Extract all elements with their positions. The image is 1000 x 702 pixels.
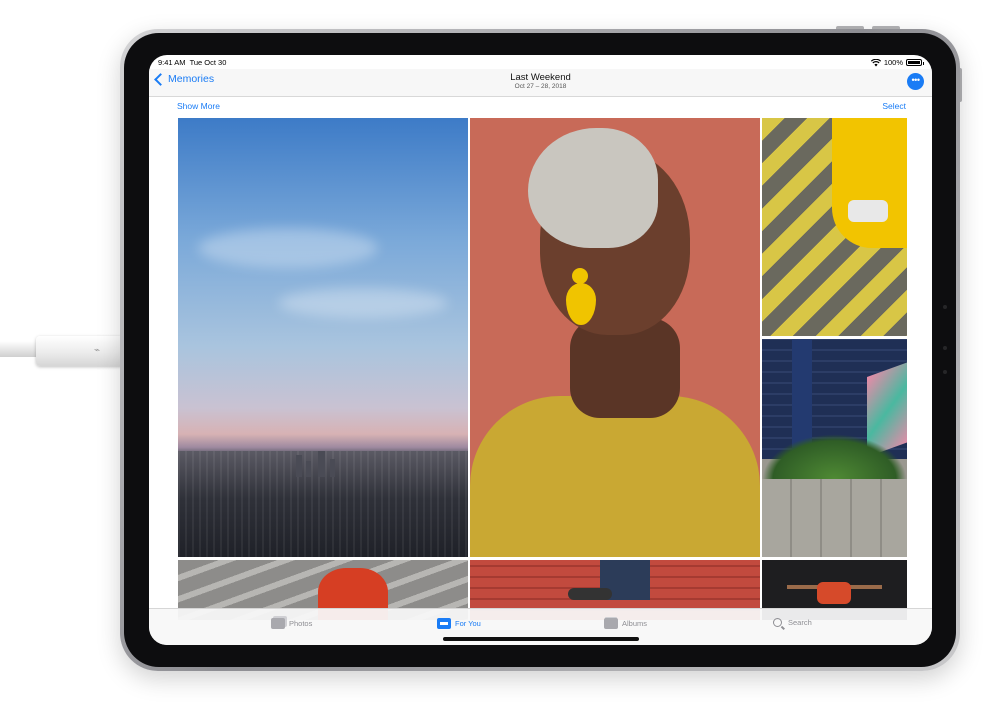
photo-detail <box>330 459 335 477</box>
photo-detail <box>318 451 325 477</box>
camera-sensor <box>943 346 947 350</box>
status-clock: 9:41 AM <box>158 58 186 67</box>
photo-detail <box>817 582 851 604</box>
tab-for-you[interactable]: For You <box>437 618 481 629</box>
photos-icon <box>271 618 285 629</box>
navigation-bar: Memories Last Weekend Oct 27 – 28, 2018 … <box>149 69 932 97</box>
photo-detail <box>762 434 907 479</box>
tab-search[interactable]: Search <box>773 618 812 627</box>
photo-detail <box>568 588 612 600</box>
status-bar: 9:41 AM Tue Oct 30 100% <box>149 55 932 69</box>
battery-percent: 100% <box>883 58 903 67</box>
ellipsis-icon: ••• <box>911 75 920 85</box>
photo-detail <box>198 228 378 268</box>
tab-for-you-label: For You <box>455 619 481 628</box>
tab-albums-label: Albums <box>622 619 648 628</box>
photo-detail <box>306 461 311 477</box>
select-button[interactable]: Select <box>882 101 906 111</box>
camera-sensor <box>943 370 947 374</box>
photo-woman-portrait[interactable] <box>470 118 760 557</box>
tab-photos[interactable]: Photos <box>271 618 312 629</box>
photo-brick-wall[interactable] <box>762 339 907 557</box>
usb-cable <box>0 341 40 357</box>
status-time: 9:41 AM Tue Oct 30 <box>158 58 226 67</box>
usb-c-plug: ⌁ <box>36 336 124 366</box>
tab-search-label: Search <box>788 618 812 627</box>
ipad-screen: 9:41 AM Tue Oct 30 100% Memories Last We… <box>149 55 932 645</box>
photo-detail <box>572 268 588 284</box>
photo-detail <box>832 118 907 248</box>
wifi-icon <box>870 58 881 66</box>
photo-detail <box>848 200 888 222</box>
status-right: 100% <box>870 58 924 67</box>
photo-yellow-taxi[interactable] <box>762 118 907 336</box>
photo-detail <box>762 479 907 557</box>
home-indicator[interactable] <box>443 637 639 641</box>
photo-detail <box>470 396 760 557</box>
search-icon <box>773 618 782 627</box>
status-date: Tue Oct 30 <box>189 58 227 67</box>
memory-toolbar: Show More Select <box>149 99 932 113</box>
tab-photos-label: Photos <box>289 619 313 628</box>
photo-detail <box>296 455 302 477</box>
battery-level <box>908 61 920 64</box>
photo-detail <box>278 288 448 318</box>
photo-detail <box>528 128 658 248</box>
for-you-icon <box>437 618 451 629</box>
photo-city-skyline[interactable] <box>178 118 468 557</box>
battery-icon <box>906 59 924 66</box>
lightning-mark-icon: ⌁ <box>94 345 101 356</box>
albums-icon <box>604 618 618 629</box>
page-title: Last Weekend <box>510 72 571 83</box>
page-subtitle: Oct 27 – 28, 2018 <box>514 83 567 90</box>
tab-albums[interactable]: Albums <box>604 618 647 629</box>
camera-sensor <box>943 305 947 309</box>
more-button[interactable]: ••• <box>907 73 924 90</box>
show-more-link[interactable]: Show More <box>177 101 220 111</box>
